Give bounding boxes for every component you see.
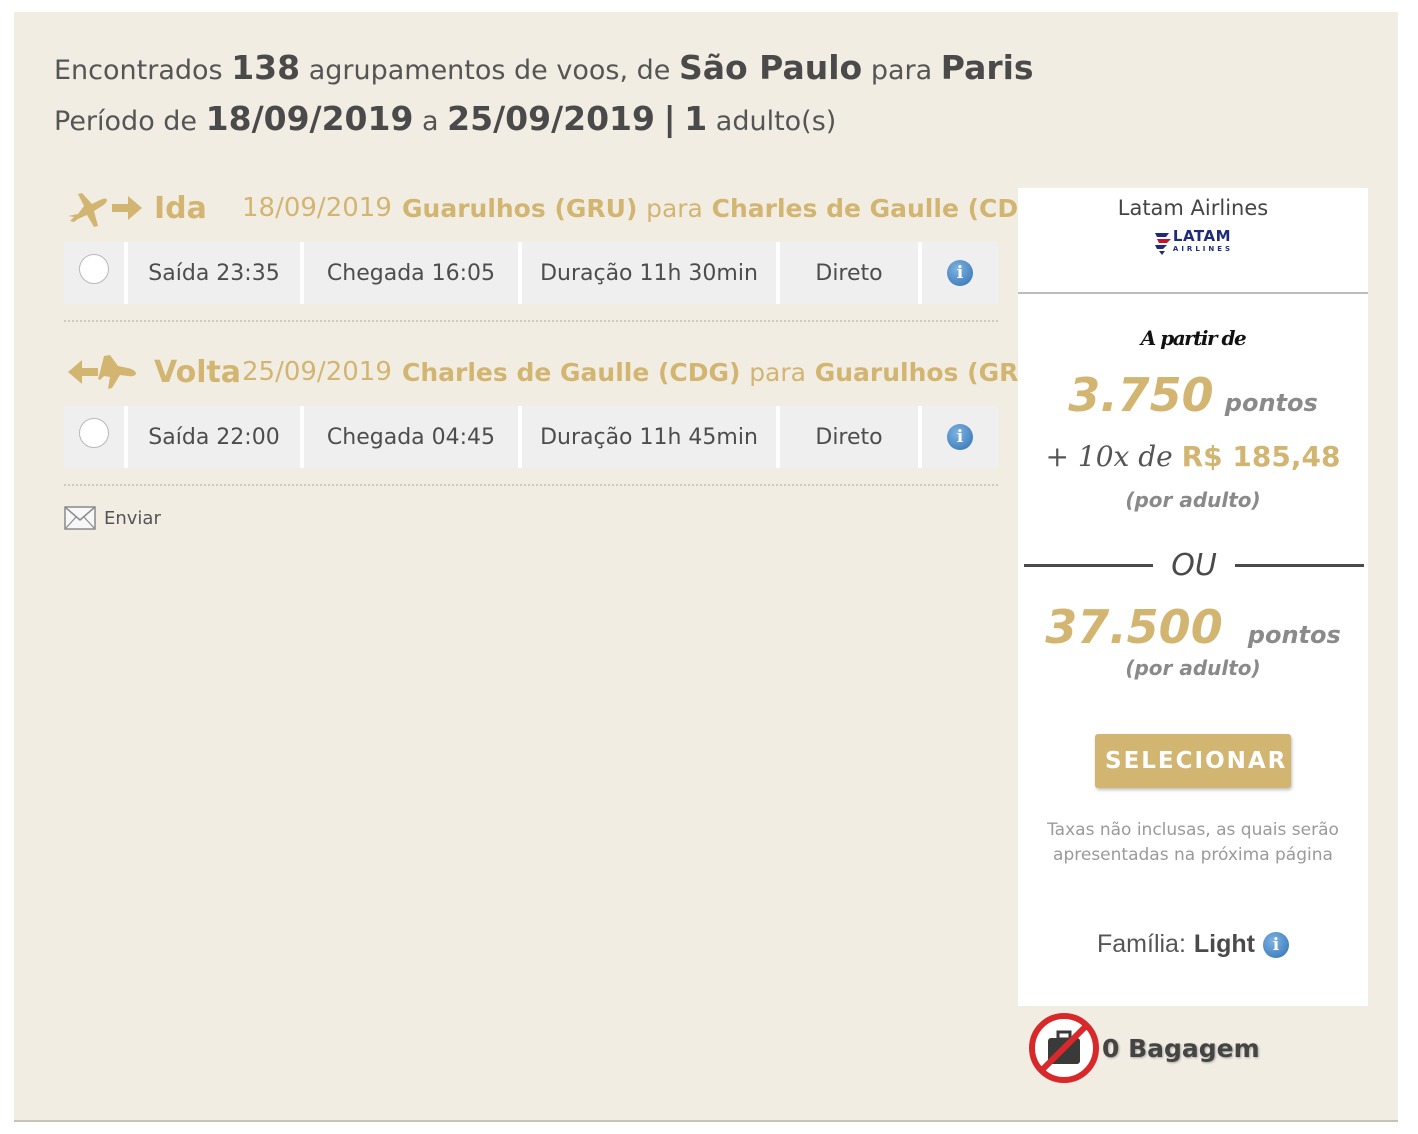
or-label: OU [1171, 548, 1217, 583]
leg-label: Ida [154, 190, 207, 226]
flight-type: Direto [780, 406, 922, 468]
separator: | [663, 99, 676, 138]
route-to: Guarulhos (GRU) [814, 357, 1051, 387]
latam-logo-icon [1154, 233, 1171, 255]
select-cell[interactable] [64, 242, 128, 304]
flight-option-row[interactable]: Saída 23:35 Chegada 16:05 Duração 11h 30… [64, 242, 998, 304]
results-panel: Encontrados 138 agrupamentos de voos, de… [14, 12, 1398, 1122]
route-para: para [749, 357, 806, 387]
flight-radio[interactable] [79, 254, 109, 284]
points-price: 3.750 pontos [1018, 368, 1368, 422]
arrival-time: Chegada 04:45 [304, 406, 522, 468]
route-from: Guarulhos (GRU) [402, 193, 638, 223]
origin-city: São Paulo [678, 48, 863, 87]
arrival-time: Chegada 16:05 [304, 242, 522, 304]
result-count: 138 [231, 48, 301, 87]
from-label: A partir de [1140, 326, 1247, 350]
plane-arrival-icon [68, 355, 136, 389]
installment-value: R$ 185,48 [1181, 440, 1341, 473]
select-button[interactable]: SELECIONAR [1095, 734, 1291, 788]
family-value: Light [1193, 930, 1255, 958]
divider-line [1234, 564, 1365, 567]
route-to: Charles de Gaulle (CDG) [711, 193, 1051, 223]
points-label: pontos [1247, 621, 1341, 649]
summary-line-2: Período de 18/09/2019 a 25/09/2019 | 1 a… [54, 95, 1034, 146]
plane-departure-icon [68, 193, 142, 227]
divider [64, 484, 998, 486]
adult-count: 1 [684, 99, 708, 138]
return-leg-title: Volta 25/09/2019 Charles de Gaulle (CDG)… [64, 350, 1050, 394]
divider [64, 320, 998, 322]
points-value: 3.750 [1068, 368, 1214, 422]
points-value: 37.500 [1045, 600, 1223, 654]
price-card: Latam Airlines LATAM AIRLINES A partir d… [1018, 188, 1368, 1006]
end-date: 25/09/2019 [447, 99, 655, 138]
departure-time: Saída 22:00 [128, 406, 304, 468]
info-cell[interactable]: i [922, 242, 998, 304]
route-from: Charles de Gaulle (CDG) [402, 357, 741, 387]
leg-label: Volta [154, 354, 242, 390]
summary-text: adulto(s) [715, 106, 837, 137]
no-baggage-icon [1029, 1013, 1099, 1083]
logo-wordmark: LATAM AIRLINES [1172, 229, 1234, 256]
summary-text: a [422, 106, 439, 137]
summary-text: Encontrados [54, 55, 223, 86]
info-icon[interactable]: i [947, 260, 973, 286]
flight-duration: Duração 11h 30min [522, 242, 780, 304]
family-label: Família: [1097, 930, 1186, 958]
airline-name: Latam Airlines [1117, 196, 1269, 220]
route-para: para [646, 193, 703, 223]
fare-family: Família: Light i [1018, 930, 1368, 959]
logo-subtext: AIRLINES [1172, 245, 1234, 253]
summary-text: para [870, 55, 933, 86]
outbound-leg-title: Ida 18/09/2019 Guarulhos (GRU) para Char… [64, 186, 1050, 230]
search-summary: Encontrados 138 agrupamentos de voos, de… [54, 44, 1034, 146]
per-adult-label: (por adulto) [1125, 656, 1261, 680]
send-label[interactable]: Enviar [104, 508, 161, 529]
flight-duration: Duração 11h 45min [522, 406, 780, 468]
envelope-icon [64, 506, 96, 530]
info-cell[interactable]: i [922, 406, 998, 468]
info-icon[interactable]: i [1263, 931, 1289, 958]
taxes-note: Taxas não inclusas, as quais serão apres… [1047, 820, 1339, 865]
leg-route: Guarulhos (GRU) para Charles de Gaulle (… [402, 194, 1050, 223]
flight-radio[interactable] [79, 418, 109, 448]
summary-text: Período de [54, 106, 198, 137]
airline-logo: LATAM AIRLINES [1018, 229, 1368, 256]
leg-date: 18/09/2019 [242, 193, 392, 223]
flight-type: Direto [780, 242, 922, 304]
or-divider: OU [1024, 548, 1365, 583]
baggage-info: 0 Bagagem [1028, 1012, 1260, 1084]
airline-header: Latam Airlines LATAM AIRLINES [1018, 188, 1368, 294]
send-link[interactable]: Enviar [64, 506, 161, 530]
baggage-label: 0 Bagagem [1102, 1033, 1260, 1063]
installment-text: + 10x de [1045, 440, 1173, 473]
info-icon[interactable]: i [947, 424, 973, 450]
divider-line [1024, 564, 1154, 567]
points-only-price: 37.500 pontos [1018, 600, 1368, 654]
points-label: pontos [1224, 389, 1318, 417]
leg-route: Charles de Gaulle (CDG) para Guarulhos (… [402, 358, 1050, 387]
destination-city: Paris [940, 48, 1034, 87]
summary-line-1: Encontrados 138 agrupamentos de voos, de… [54, 44, 1034, 95]
installment-line: + 10x de R$ 185,48 [1018, 440, 1368, 473]
start-date: 18/09/2019 [205, 99, 414, 138]
leg-date: 25/09/2019 [242, 357, 392, 387]
select-cell[interactable] [64, 406, 128, 468]
flight-option-row[interactable]: Saída 22:00 Chegada 04:45 Duração 11h 45… [64, 406, 998, 468]
summary-text: agrupamentos de voos, de [308, 55, 671, 86]
per-adult-label: (por adulto) [1125, 488, 1261, 512]
select-button-wrap: SELECIONAR [1018, 734, 1368, 788]
departure-time: Saída 23:35 [128, 242, 304, 304]
